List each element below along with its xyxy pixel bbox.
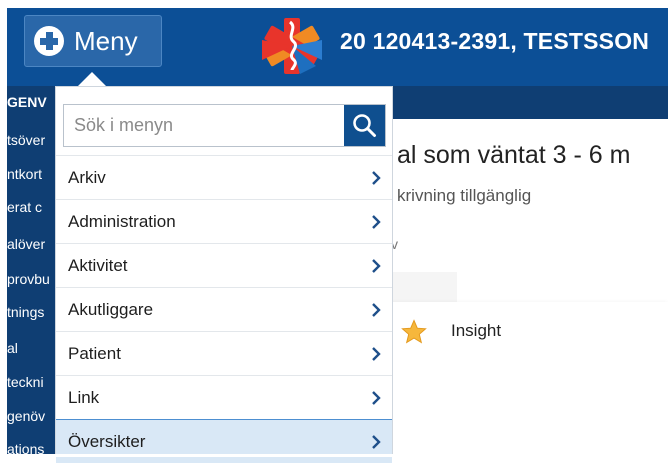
main-menu-dropdown: Arkiv Administration Aktivitet Akutligga…	[55, 86, 393, 463]
nav-item[interactable]: genöv	[7, 408, 45, 424]
menu-search-input[interactable]	[64, 105, 348, 146]
menu-item-label: Arkiv	[68, 168, 106, 187]
menu-item-label: Patient	[68, 344, 121, 363]
nav-item[interactable]: al	[7, 340, 18, 356]
nav-item[interactable]: ations	[7, 441, 44, 454]
content-title: al som väntat 3 - 6 m	[397, 141, 631, 169]
patient-identifier: 20 120413-2391, TESTSSON	[340, 28, 650, 54]
search-icon	[353, 114, 376, 137]
menu-item-arkiv[interactable]: Arkiv	[56, 155, 392, 199]
nav-item[interactable]: GENV	[7, 94, 47, 110]
nav-item[interactable]: alöver	[7, 236, 45, 252]
left-navigation: GENV tsöver ntkort erat c alöver provbu …	[7, 86, 59, 454]
menu-item-link[interactable]: Link	[56, 375, 392, 419]
menu-list: Arkiv Administration Aktivitet Akutligga…	[56, 155, 392, 463]
chevron-right-icon	[372, 435, 381, 449]
frame-left	[0, 0, 7, 457]
submenu-item-insight[interactable]: Insight	[451, 321, 501, 341]
plus-icon	[34, 26, 64, 56]
content-panel	[385, 272, 457, 302]
menu-item-label: Link	[68, 388, 100, 407]
menu-button-label: Meny	[74, 26, 138, 56]
chevron-right-icon	[372, 347, 381, 361]
chevron-right-icon	[372, 259, 381, 273]
menu-item-administration[interactable]: Administration	[56, 199, 392, 243]
nav-item[interactable]: tnings	[7, 304, 44, 320]
nav-item[interactable]: provbu	[7, 271, 50, 287]
medical-logo-icon	[262, 18, 322, 74]
search-button[interactable]	[344, 105, 385, 146]
nav-item[interactable]: ntkort	[7, 166, 42, 182]
menu-item-akutliggare[interactable]: Akutliggare	[56, 287, 392, 331]
menu-button[interactable]: Meny	[24, 15, 162, 67]
menu-item-aktivitet[interactable]: Aktivitet	[56, 243, 392, 287]
menu-item-label: Akutliggare	[68, 300, 154, 319]
nav-item[interactable]: tsöver	[7, 132, 45, 148]
chevron-right-icon	[372, 303, 381, 317]
app-header: Meny 20 120413-2391, TESTSSON	[7, 8, 668, 86]
submenu-oversikter: Insight	[388, 302, 668, 454]
menu-pointer-arrow	[78, 72, 106, 86]
menu-search	[63, 104, 386, 147]
menu-item-label: Aktivitet	[68, 256, 128, 275]
menu-item-patient[interactable]: Patient	[56, 331, 392, 375]
chevron-right-icon	[372, 215, 381, 229]
nav-item[interactable]: erat c	[7, 199, 42, 215]
menu-item-label: Översikter	[68, 432, 146, 451]
nav-item[interactable]: teckni	[7, 374, 44, 390]
content-subtitle: krivning tillgänglig	[397, 186, 532, 205]
frame-top	[0, 0, 668, 8]
chevron-right-icon	[372, 171, 381, 185]
chevron-right-icon	[372, 391, 381, 405]
menu-item-label: Administration	[68, 212, 176, 231]
star-icon[interactable]	[401, 319, 427, 345]
